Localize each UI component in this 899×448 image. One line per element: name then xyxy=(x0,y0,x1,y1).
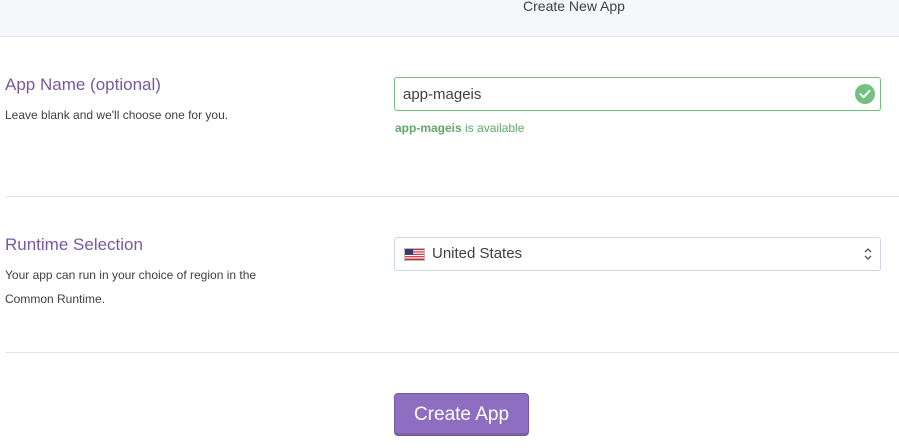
availability-message: app-mageis is available xyxy=(395,121,524,135)
us-flag-icon xyxy=(404,248,425,261)
create-app-button[interactable]: Create App xyxy=(394,393,529,436)
check-icon xyxy=(855,84,875,104)
page-title: Create New App xyxy=(523,0,625,14)
runtime-title: Runtime Selection xyxy=(5,235,143,254)
app-name-description: Leave blank and we'll choose one for you… xyxy=(5,108,229,122)
app-name-title: App Name (optional) xyxy=(5,75,161,94)
region-select[interactable]: United States xyxy=(394,237,881,271)
chevron-up-down-icon xyxy=(864,248,872,260)
availability-app-name: app-mageis xyxy=(395,121,462,135)
section-divider xyxy=(5,352,899,353)
app-name-input[interactable] xyxy=(394,77,881,111)
section-divider xyxy=(5,196,899,197)
runtime-description: Your app can run in your choice of regio… xyxy=(5,268,257,306)
header-bar: Create New App xyxy=(0,0,899,37)
availability-text: is available xyxy=(461,121,525,135)
region-selected-label: United States xyxy=(432,245,523,262)
